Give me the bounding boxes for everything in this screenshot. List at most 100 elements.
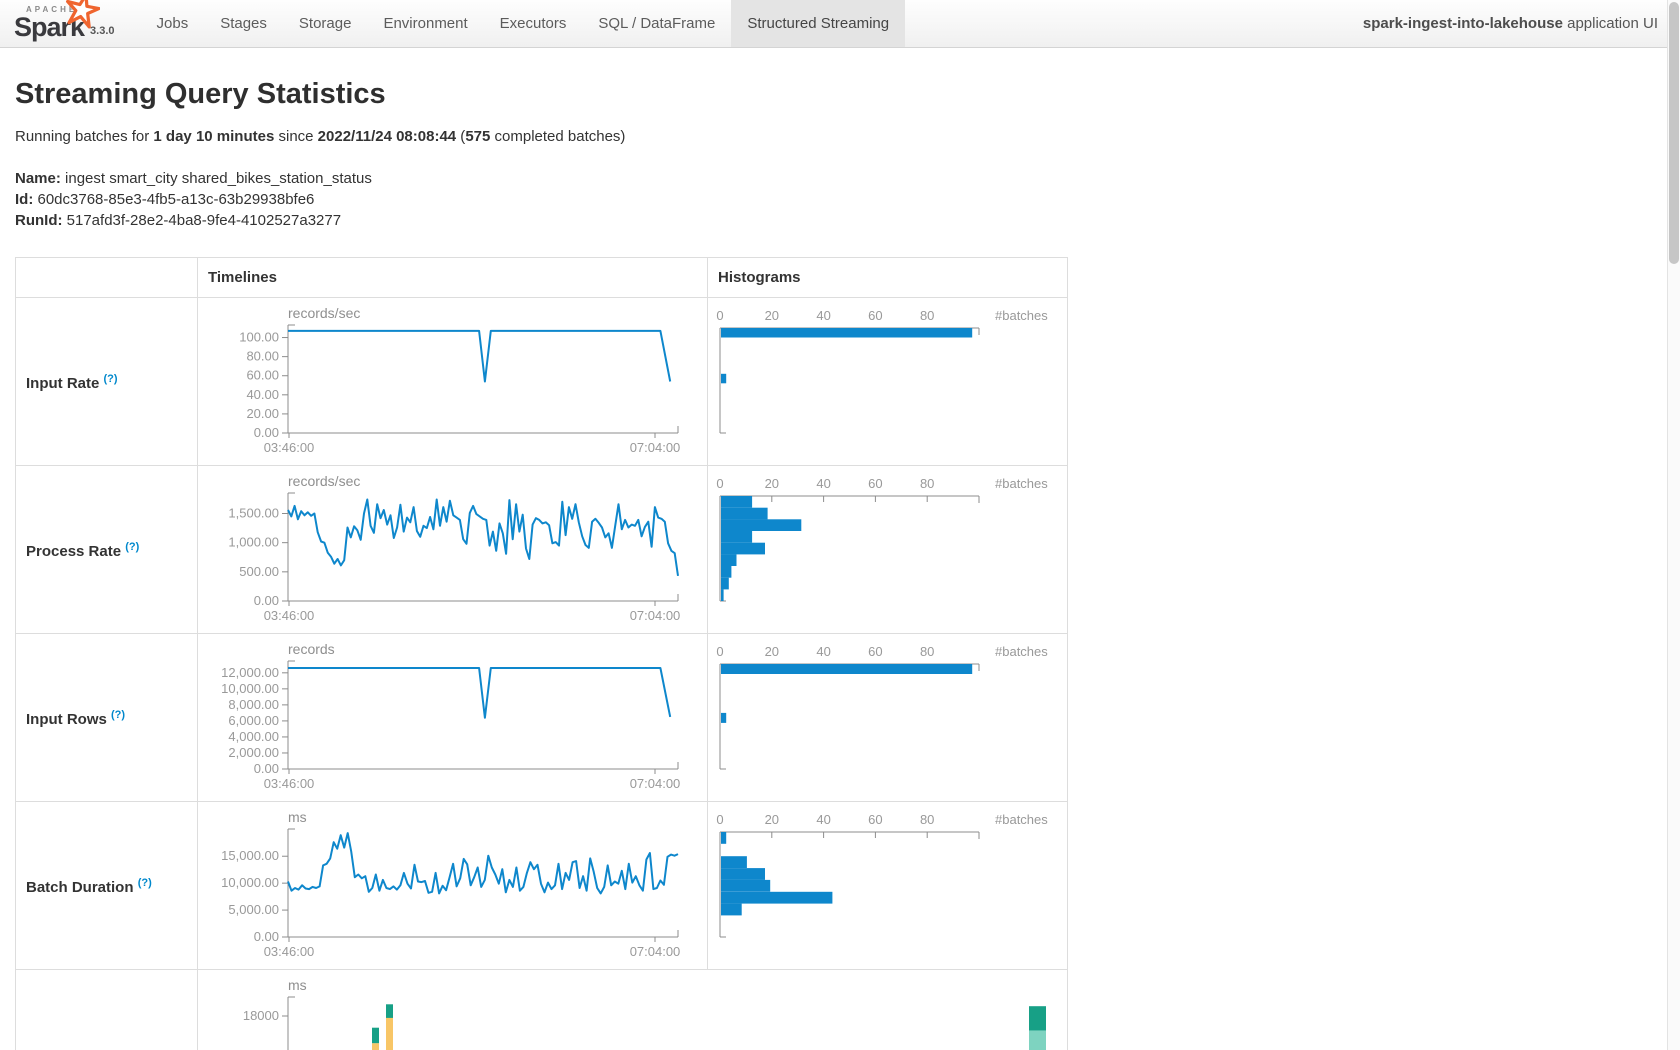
svg-text:80: 80 <box>920 476 934 491</box>
row-label-input-rows: Input Rows (?) <box>16 634 198 802</box>
svg-text:2,000.00: 2,000.00 <box>228 745 279 760</box>
tab-sql-dataframe[interactable]: SQL / DataFrame <box>582 0 731 47</box>
input-rows-help-link[interactable]: (?) <box>111 709 125 721</box>
svg-text:ms: ms <box>288 809 307 825</box>
stats-row-input-rate: Input Rate (?)records/sec100.0080.0060.0… <box>16 298 1068 466</box>
row-label-operation-duration <box>16 970 198 1050</box>
svg-text:1,500.00: 1,500.00 <box>228 506 279 521</box>
svg-text:80: 80 <box>920 644 934 659</box>
svg-text:07:04:00: 07:04:00 <box>630 944 681 959</box>
svg-text:0.00: 0.00 <box>254 929 279 944</box>
operation-duration-chart: ms180001600014000 <box>198 970 1068 1050</box>
meta-line-runid: RunId: 517afd3f-28e2-4ba8-9fe4-4102527a3… <box>15 210 1680 231</box>
svg-text:ms: ms <box>288 977 307 993</box>
svg-text:0: 0 <box>716 644 723 659</box>
batch-duration-histogram-chart: 0 20 40 60 80 #batches <box>708 802 1068 970</box>
running-close: completed batches) <box>490 128 625 145</box>
running-duration: 1 day 10 minutes <box>153 128 274 145</box>
svg-text:10,000.00: 10,000.00 <box>221 875 279 890</box>
svg-text:60: 60 <box>868 644 882 659</box>
empty-header-cell <box>16 258 198 298</box>
svg-text:20: 20 <box>765 812 779 827</box>
svg-text:12,000.00: 12,000.00 <box>221 665 279 680</box>
svg-text:80.00: 80.00 <box>246 349 279 364</box>
stats-row-process-rate: Process Rate (?) records/sec 1,500.00 1,000… <box>16 466 1068 634</box>
input-rows-timeline-chart: records 12,000.0010,000.008,000.006,000.0… <box>198 634 708 802</box>
svg-text:20.00: 20.00 <box>246 406 279 421</box>
spark-logo: APACHE Spark 3.3.0 <box>14 4 115 41</box>
svg-text:#batches: #batches <box>995 812 1048 827</box>
svg-text:records: records <box>288 641 335 657</box>
tab-structured-streaming[interactable]: Structured Streaming <box>731 0 905 47</box>
spark-star-icon <box>64 0 100 29</box>
tab-stages[interactable]: Stages <box>204 0 283 47</box>
svg-text:0: 0 <box>716 812 723 827</box>
svg-text:40: 40 <box>816 308 830 323</box>
input-rate-timeline-chart: records/sec100.0080.0060.0040.0020.000.0… <box>198 298 708 466</box>
svg-text:8,000.00: 8,000.00 <box>228 697 279 712</box>
svg-text:0: 0 <box>716 308 723 323</box>
svg-text:records/sec: records/sec <box>288 473 360 489</box>
main-content: Streaming Query Statistics Running batch… <box>0 78 1680 1050</box>
svg-text:07:04:00: 07:04:00 <box>630 608 681 623</box>
svg-text:10,000.00: 10,000.00 <box>221 681 279 696</box>
svg-text:03:46:00: 03:46:00 <box>264 608 315 623</box>
svg-text:60.00: 60.00 <box>246 368 279 383</box>
svg-text:6,000.00: 6,000.00 <box>228 713 279 728</box>
row-label-process-rate: Process Rate (?) <box>16 466 198 634</box>
vertical-scrollbar-track[interactable] <box>1667 0 1680 1050</box>
tab-storage[interactable]: Storage <box>283 0 368 47</box>
input-rate-help-link[interactable]: (?) <box>104 373 118 385</box>
svg-text:#batches: #batches <box>995 644 1048 659</box>
application-name: spark-ingest-into-lakehouse application … <box>1363 0 1658 47</box>
vertical-scrollbar-thumb[interactable] <box>1669 2 1679 264</box>
svg-text:60: 60 <box>868 476 882 491</box>
svg-text:0.00: 0.00 <box>254 593 279 608</box>
query-meta-block: Name: ingest smart_city shared_bikes_sta… <box>15 168 1680 231</box>
svg-text:40.00: 40.00 <box>246 387 279 402</box>
svg-text:60: 60 <box>868 308 882 323</box>
batch-duration-timeline-chart: ms15,000.0010,000.005,000.000.0003:46:00… <box>198 802 708 970</box>
svg-text:0.00: 0.00 <box>254 425 279 440</box>
process-rate-timeline-chart: records/sec1,500.001,000.00500.000.0003:… <box>198 466 708 634</box>
svg-text:80: 80 <box>920 812 934 827</box>
svg-text:0.00: 0.00 <box>254 761 279 776</box>
tab-executors[interactable]: Executors <box>484 0 583 47</box>
input-rate-histogram-chart: 020406080#batches <box>708 298 1068 466</box>
svg-text:4,000.00: 4,000.00 <box>228 729 279 744</box>
stats-table-header-row: Timelines Histograms <box>16 258 1068 298</box>
page-title: Streaming Query Statistics <box>15 78 1680 111</box>
svg-text:07:04:00: 07:04:00 <box>630 440 681 455</box>
meta-line-id: Id: 60dc3768-85e3-4fb5-a13c-63b29938bfe6 <box>15 189 1680 210</box>
application-name-suffix: application UI <box>1563 15 1658 32</box>
application-name-bold: spark-ingest-into-lakehouse <box>1363 15 1563 32</box>
process-rate-help-link[interactable]: (?) <box>125 541 139 553</box>
row-label-input-rate: Input Rate (?) <box>16 298 198 466</box>
svg-text:40: 40 <box>816 476 830 491</box>
running-mid: since <box>274 128 317 145</box>
running-batches-line: Running batches for 1 day 10 minutes sin… <box>15 128 1680 145</box>
svg-text:60: 60 <box>868 812 882 827</box>
stats-row-input-rows: Input Rows (?)records12,000.0010,000.008… <box>16 634 1068 802</box>
tab-jobs[interactable]: Jobs <box>141 0 205 47</box>
histograms-header: Histograms <box>708 258 1068 298</box>
svg-text:15,000.00: 15,000.00 <box>221 848 279 863</box>
svg-text:100.00: 100.00 <box>239 330 279 345</box>
tab-environment[interactable]: Environment <box>367 0 483 47</box>
process-rate-histogram-chart: 020406080#batches <box>708 466 1068 634</box>
svg-text:03:46:00: 03:46:00 <box>264 776 315 791</box>
stats-row-operation-duration: ms180001600014000 <box>16 970 1068 1050</box>
timelines-header: Timelines <box>198 258 708 298</box>
svg-text:20: 20 <box>765 476 779 491</box>
svg-text:03:46:00: 03:46:00 <box>264 944 315 959</box>
batch-duration-help-link[interactable]: (?) <box>138 877 152 889</box>
svg-text:20: 20 <box>765 644 779 659</box>
svg-text:18000: 18000 <box>243 1008 279 1023</box>
running-open: ( <box>456 128 465 145</box>
svg-text:0: 0 <box>716 476 723 491</box>
svg-text:40: 40 <box>816 812 830 827</box>
svg-text:20: 20 <box>765 308 779 323</box>
stats-row-batch-duration: Batch Duration (?)ms15,000.0010,000.005,… <box>16 802 1068 970</box>
svg-text:1,000.00: 1,000.00 <box>228 535 279 550</box>
input-rows-histogram-chart: 020406080#batches <box>708 634 1068 802</box>
